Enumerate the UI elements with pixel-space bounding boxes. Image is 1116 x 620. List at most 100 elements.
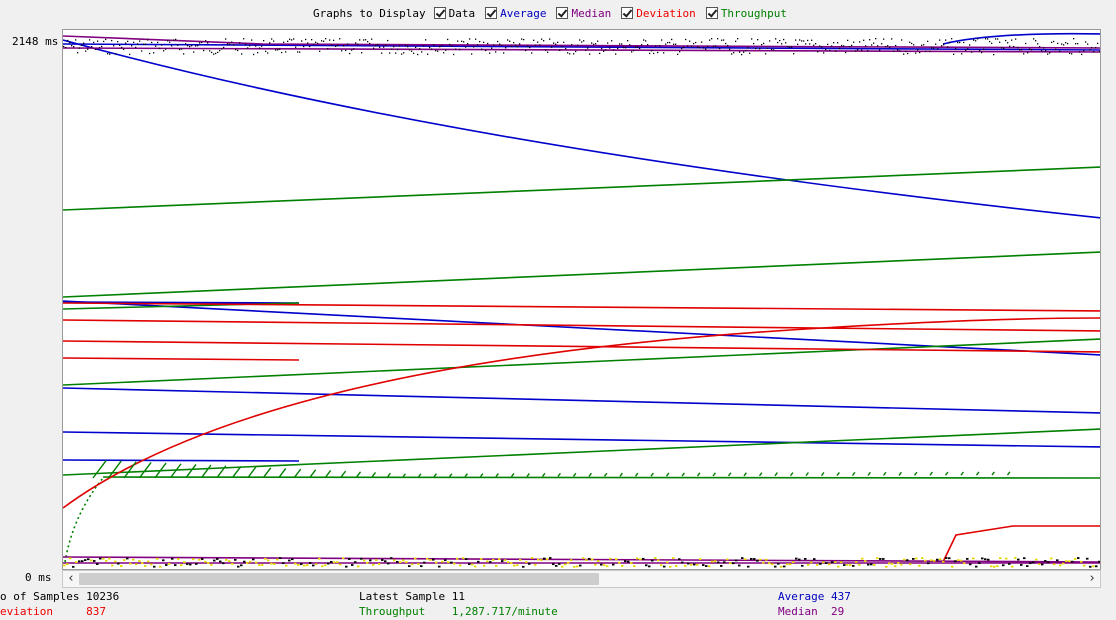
- data-point: [972, 557, 975, 560]
- data-point: [1003, 47, 1005, 50]
- data-point: [503, 52, 505, 54]
- data-point: [303, 45, 305, 48]
- data-checkbox[interactable]: [433, 7, 446, 19]
- data-point: [119, 44, 121, 47]
- data-point: [351, 49, 353, 51]
- data-point: [1053, 40, 1055, 43]
- throughput-line: [63, 428, 1100, 476]
- data-point: [259, 47, 261, 49]
- throughput-tick: [278, 468, 287, 478]
- data-point: [246, 562, 249, 565]
- throughput-tick: [464, 473, 468, 478]
- data-point: [653, 52, 655, 55]
- data-point: [363, 39, 365, 41]
- throughput-tick: [185, 464, 197, 479]
- data-point: [703, 47, 705, 49]
- scroll-left-icon[interactable]: ‹: [63, 571, 79, 587]
- data-point: [96, 563, 99, 565]
- data-point: [1055, 48, 1057, 51]
- throughput-tick: [479, 473, 484, 478]
- data-point: [655, 45, 657, 47]
- data-point: [447, 38, 449, 41]
- throughput-tick: [665, 472, 670, 477]
- data-point: [437, 50, 439, 52]
- data-point: [237, 565, 240, 568]
- data-point: [147, 560, 150, 563]
- data-point: [979, 49, 981, 52]
- data-point: [293, 38, 295, 40]
- throughput-checkbox[interactable]: [705, 7, 718, 19]
- data-point: [971, 51, 973, 53]
- deviation-checkbox[interactable]: [621, 7, 634, 19]
- data-point: [291, 558, 294, 561]
- data-point: [597, 560, 600, 562]
- data-point: [493, 44, 495, 46]
- data-point: [1075, 43, 1077, 45]
- data-point: [849, 45, 851, 48]
- data-point: [588, 557, 591, 560]
- data-point: [131, 45, 133, 47]
- scroll-thumb[interactable]: [79, 573, 599, 585]
- data-point: [529, 46, 531, 49]
- horizontal-scrollbar[interactable]: ‹ ›: [62, 570, 1101, 588]
- data-point: [875, 38, 877, 40]
- data-point: [90, 559, 93, 562]
- toggle-deviation[interactable]: Deviation: [621, 7, 696, 20]
- data-point: [660, 564, 663, 567]
- data-point: [933, 559, 936, 562]
- data-point: [1047, 561, 1050, 564]
- toggle-average[interactable]: Average: [485, 7, 546, 20]
- data-point: [780, 565, 783, 568]
- toggle-median[interactable]: Median: [556, 7, 611, 20]
- throughput-tick: [805, 472, 809, 477]
- data-point: [84, 559, 87, 561]
- data-point: [933, 47, 935, 49]
- data-point: [1023, 557, 1026, 560]
- data-point: [633, 49, 635, 52]
- data-point: [420, 565, 423, 568]
- data-point: [743, 51, 745, 53]
- median-checkbox[interactable]: [556, 7, 569, 19]
- data-point: [729, 562, 732, 565]
- data-point: [873, 564, 876, 566]
- data-point: [245, 43, 247, 46]
- average-label: Average: [500, 6, 547, 20]
- data-point: [445, 49, 447, 51]
- data-point: [495, 564, 498, 567]
- toggle-throughput[interactable]: Throughput: [705, 7, 787, 20]
- data-point: [959, 41, 961, 44]
- data-point: [639, 47, 641, 50]
- throughput-tick: [851, 471, 856, 476]
- data-point: [1037, 43, 1039, 45]
- y-axis-max-label: 2148 ms: [12, 35, 59, 48]
- data-point: [997, 38, 999, 40]
- data-point: [789, 563, 792, 566]
- data-point: [489, 52, 491, 54]
- scroll-right-icon[interactable]: ›: [1084, 571, 1100, 587]
- data-point: [204, 560, 207, 563]
- data-point: [915, 557, 918, 560]
- data-point: [659, 45, 661, 47]
- data-point: [325, 38, 327, 40]
- data-point: [378, 563, 381, 565]
- deviation-label: Deviation: [636, 6, 696, 20]
- data-point: [483, 564, 486, 567]
- data-point: [1043, 47, 1045, 49]
- data-point: [210, 563, 213, 566]
- data-point: [393, 559, 396, 562]
- data-point: [429, 559, 432, 561]
- data-point: [894, 565, 897, 568]
- data-point: [1093, 51, 1095, 53]
- data-point: [489, 561, 492, 563]
- data-point: [827, 43, 829, 46]
- data-point: [75, 39, 77, 41]
- throughput-tick: [944, 471, 949, 476]
- average-checkbox[interactable]: [485, 7, 498, 19]
- median-value: 29: [831, 605, 845, 618]
- data-point: [301, 40, 303, 42]
- data-point: [637, 46, 639, 48]
- data-point: [642, 557, 645, 560]
- data-point: [439, 46, 441, 48]
- data-point: [921, 44, 923, 46]
- toggle-data[interactable]: Data: [433, 7, 475, 20]
